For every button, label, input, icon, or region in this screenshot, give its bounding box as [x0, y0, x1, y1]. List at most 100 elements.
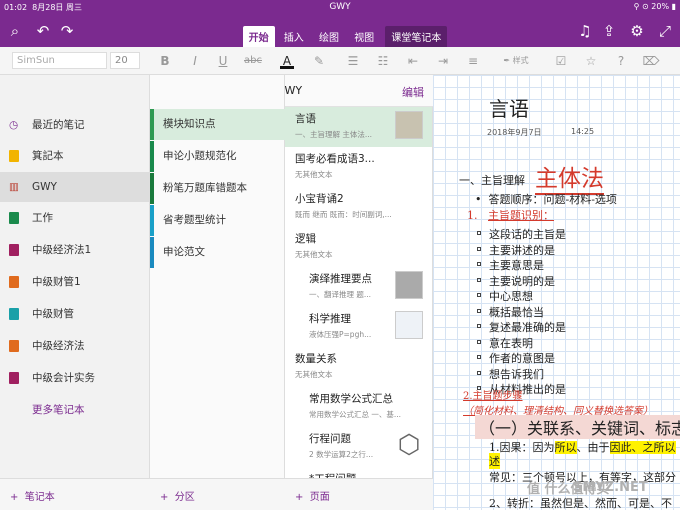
note-line-contrast[interactable]: 2、转折：虽然但是、然而、可是、不	[489, 495, 672, 510]
bullet-item[interactable]: 主要意思是	[489, 257, 544, 273]
bullet-item[interactable]: 作者的意图是	[489, 350, 555, 366]
add-page-button[interactable]: + 页面	[295, 488, 330, 503]
bottom-bar: + 笔记本 + 分区 + 页面	[0, 478, 433, 510]
tab-insert[interactable]: 插入	[278, 26, 310, 47]
section-label: 申论范文	[163, 246, 205, 258]
highlighted-text: 因此	[609, 441, 632, 454]
subpage-item[interactable]: 科学推理 液体压强P=pgh...	[285, 307, 432, 347]
numbered-item-1[interactable]: 1. 主旨题识别：	[467, 207, 554, 223]
notebook-item-selected[interactable]: ▥ GWY	[0, 172, 150, 202]
notebook-item[interactable]: 中级财管	[0, 299, 150, 329]
section-item-selected[interactable]: 模块知识点	[150, 109, 285, 140]
align-icon[interactable]: ≡	[464, 53, 482, 69]
page-thumbnail	[395, 311, 423, 339]
answer-order-text: 答题顺序：问题-材料-选项	[488, 193, 617, 206]
tag-icon[interactable]: ⌦	[642, 53, 660, 69]
page-title: 常用数学公式汇总	[309, 393, 393, 405]
page-thumbnail	[395, 111, 423, 139]
note-title[interactable]: 言语	[489, 93, 529, 122]
page-preview: 2 数学运算2之行...	[309, 450, 374, 459]
section-item[interactable]: 申论小题规范化	[150, 141, 285, 172]
page-title: 小宝背诵2	[295, 193, 344, 205]
notebook-item[interactable]: 工作	[0, 203, 150, 233]
bullet-square-icon	[477, 231, 481, 235]
notebook-icon	[9, 340, 19, 352]
bullet-item[interactable]: 意在表明	[489, 335, 533, 351]
font-family-select[interactable]: SimSun	[12, 52, 107, 69]
page-title: 逻辑	[295, 233, 316, 245]
section-item[interactable]: 申论范文	[150, 237, 285, 268]
bullet-answer-order[interactable]: • 答题顺序：问题-材料-选项	[475, 191, 617, 207]
subpage-item[interactable]: 常用数学公式汇总 常用数学公式汇总 一、基...	[285, 387, 432, 427]
styles-button[interactable]: ✒ 样式	[496, 53, 536, 69]
edit-button[interactable]: 编辑	[402, 84, 424, 100]
highlighter-icon[interactable]: ✎	[310, 53, 328, 69]
pages-pane: 言语 一、主旨理解 主体法... 国考必看成语3... 无其他文本 小宝背诵2 既而 …	[285, 107, 433, 485]
bell-icon[interactable]: ♫	[576, 22, 594, 40]
page-item[interactable]: 逻辑 无其他文本	[285, 227, 432, 267]
numbered-list-icon[interactable]: ☷	[374, 53, 392, 69]
page-item[interactable]: 国考必看成语3... 无其他文本	[285, 147, 432, 187]
heading-main-method[interactable]: 主体法	[535, 159, 604, 195]
add-section-button[interactable]: + 分区	[160, 488, 195, 503]
subpage-item[interactable]: 演绎推理要点 一、翻译推理 题...	[285, 267, 432, 307]
page-preview: 液体压强P=pgh...	[309, 330, 372, 339]
formatting-ribbon: SimSun 20 B I U abc A ✎ ☰ ☷ ⇤ ⇥ ≡ ✒ 样式 ☑…	[0, 47, 680, 75]
notebook-recent[interactable]: ◷ 最近的笔记	[0, 110, 150, 140]
highlighted-text: 、之所以	[631, 441, 676, 454]
page-title: 演绎推理要点	[309, 273, 372, 285]
notebook-item[interactable]: 中级经济法	[0, 331, 150, 361]
strikethrough-button[interactable]: abc	[244, 53, 262, 69]
section-color-bar	[150, 237, 154, 268]
share-icon[interactable]: ⇪	[600, 22, 618, 40]
tab-draw[interactable]: 绘图	[313, 26, 345, 47]
bullet-item[interactable]: 想告诉我们	[489, 366, 544, 382]
heading-main-idea[interactable]: 一、主旨理解	[459, 172, 525, 188]
note-canvas[interactable]: 言语 2018年9月7日 14:25 一、主旨理解 主体法 • 答题顺序：问题-…	[433, 75, 680, 510]
help-icon[interactable]: ?	[612, 53, 630, 69]
bullet-list-icon[interactable]: ☰	[344, 53, 362, 69]
more-notebooks-link[interactable]: 更多笔记本	[0, 395, 150, 425]
clock-icon: ◷	[9, 119, 19, 131]
app-title: GWY	[329, 2, 351, 12]
section-label: 模块知识点	[163, 118, 216, 130]
tab-class-notebook[interactable]: 课堂笔记本	[385, 26, 448, 47]
tab-home[interactable]: 开始	[242, 26, 275, 47]
notebook-icon	[9, 308, 19, 320]
subpage-item[interactable]: 行程问题 2 数学运算2之行... ⬡	[285, 427, 432, 467]
notebook-item[interactable]: 中级经济法1	[0, 235, 150, 265]
note-line-cause-cont[interactable]: 述	[489, 453, 500, 469]
bullet-item[interactable]: 概括最恰当	[489, 304, 544, 320]
tab-view[interactable]: 视图	[348, 26, 380, 47]
highlight-box[interactable]: （一）关联系、关键词、标志	[475, 415, 680, 439]
page-item-selected[interactable]: 言语 一、主旨理解 主体法...	[285, 107, 432, 147]
gear-icon[interactable]: ⚙	[628, 22, 646, 40]
indent-icon[interactable]: ⇥	[434, 53, 452, 69]
section-color-bar	[150, 205, 154, 236]
bullet-item[interactable]: 这段话的主旨是	[489, 226, 566, 242]
page-item[interactable]: 数量关系 无其他文本	[285, 347, 432, 387]
expand-icon[interactable]: ⤢	[656, 22, 674, 40]
bullet-item[interactable]: 主要说明的是	[489, 273, 555, 289]
numbered-item-2[interactable]: 2.主旨题步骤	[463, 387, 523, 402]
font-color-icon[interactable]: A	[278, 53, 296, 69]
note-line-cause[interactable]: 1.因果：因为所以、由于因此、之所以	[489, 439, 676, 455]
notebook-item[interactable]: 中级财管1	[0, 267, 150, 297]
italic-button[interactable]: I	[186, 53, 204, 69]
page-item[interactable]: 小宝背诵2 既而 继而 既而：时间副词,...	[285, 187, 432, 227]
section-item[interactable]: 省考题型统计	[150, 205, 285, 236]
font-size-select[interactable]: 20	[110, 52, 140, 69]
bullet-item[interactable]: 主要讲述的是	[489, 242, 555, 258]
star-icon[interactable]: ☆	[582, 53, 600, 69]
add-notebook-button[interactable]: + 笔记本	[10, 488, 55, 503]
bullet-item[interactable]: 中心思想	[489, 288, 533, 304]
page-title: 数量关系	[295, 353, 337, 365]
checkbox-icon[interactable]: ☑	[552, 53, 570, 69]
underline-button[interactable]: U	[214, 53, 232, 69]
outdent-icon[interactable]: ⇤	[404, 53, 422, 69]
bullet-item[interactable]: 复述最准确的是	[489, 319, 566, 335]
notebook-item[interactable]: 中级会计实务	[0, 363, 150, 393]
bold-button[interactable]: B	[156, 53, 174, 69]
section-item[interactable]: 粉笔万题库错题本	[150, 173, 285, 204]
notebook-item[interactable]: 箕記本	[0, 141, 150, 171]
